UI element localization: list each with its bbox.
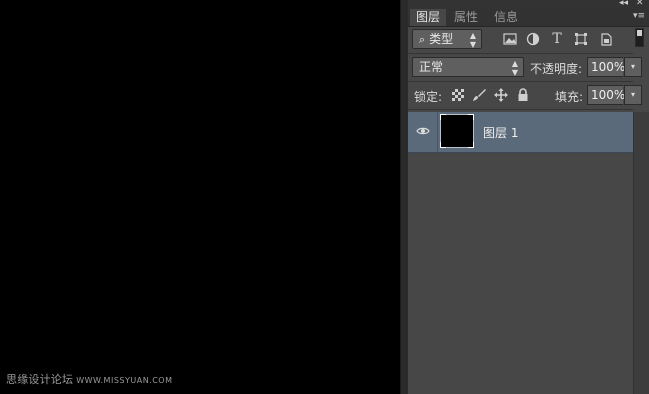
filter-toggle-switch[interactable] [635,28,644,47]
blend-mode-value: 正常 [419,60,444,74]
type-filter-icon[interactable]: T [550,32,564,46]
layer-thumbnail[interactable] [440,114,474,148]
tab-properties[interactable]: 属性 [448,9,484,26]
thumbnail-corner [468,114,474,120]
watermark-url: WWW.MISSYUAN.COM [76,376,173,385]
layers-scrollbar[interactable] [633,112,649,394]
shape-filter-icon[interactable] [574,32,588,46]
thumbnail-corner [440,142,446,148]
collapse-panel-icon[interactable]: ◂◂ [619,0,628,9]
divider [408,81,633,82]
fill-input[interactable]: 100% [587,85,625,105]
stepper-arrows-icon: ▲ ▼ [511,59,518,77]
opacity-input[interactable]: 100% [587,57,625,77]
watermark-text: 思缘设计论坛 [6,373,74,386]
layer-name[interactable]: 图层 1 [483,124,518,141]
thumbnail-corner [468,142,474,148]
divider [408,109,633,110]
stepper-arrows-icon: ▲ ▼ [469,31,476,49]
divider [408,53,633,54]
layers-panel: ◂◂ ✕ 图层 属性 信息 ▾≡ ⌕ 类型 ▲ ▼ T 正常 ▲ ▼ 不透明度: 10… [408,0,649,394]
lock-position-icon[interactable] [494,88,508,102]
layer-row[interactable]: 图层 1 [408,112,633,153]
image-filter-icon[interactable] [503,32,517,46]
toggle-knob [637,30,642,36]
panel-divider[interactable] [400,0,408,394]
tab-layers[interactable]: 图层 [410,9,447,26]
tab-info[interactable]: 信息 [488,9,524,26]
fill-label: 填充: [555,90,584,104]
search-icon: ⌕ [419,33,426,46]
eye-icon [416,124,430,138]
watermark: 思缘设计论坛 WWW.MISSYUAN.COM [6,371,173,387]
visibility-toggle[interactable] [408,112,438,152]
lock-transparent-pixels-icon[interactable] [451,89,465,103]
adjustment-filter-icon[interactable] [526,32,540,46]
lock-all-icon[interactable] [516,88,530,102]
document-canvas[interactable] [0,0,400,394]
lock-image-pixels-icon[interactable] [472,88,486,102]
filter-kind-dropdown[interactable]: ⌕ 类型 ▲ ▼ [412,29,482,49]
panel-menu-icon[interactable]: ▾≡ [633,11,645,21]
blend-mode-dropdown[interactable]: 正常 ▲ ▼ [412,57,524,77]
panel-title-bar: ◂◂ ✕ [408,0,649,9]
filter-kind-label: 类型 [429,32,454,46]
fill-dropdown-button[interactable]: ▾ [624,85,642,105]
smart-object-filter-icon[interactable] [599,32,613,46]
close-panel-icon[interactable]: ✕ [636,0,644,9]
lock-label: 锁定: [414,90,443,104]
panel-tabs: 图层 属性 信息 ▾≡ [408,9,649,27]
opacity-dropdown-button[interactable]: ▾ [624,57,642,77]
thumbnail-corner [440,114,446,120]
opacity-label: 不透明度: [530,62,583,76]
